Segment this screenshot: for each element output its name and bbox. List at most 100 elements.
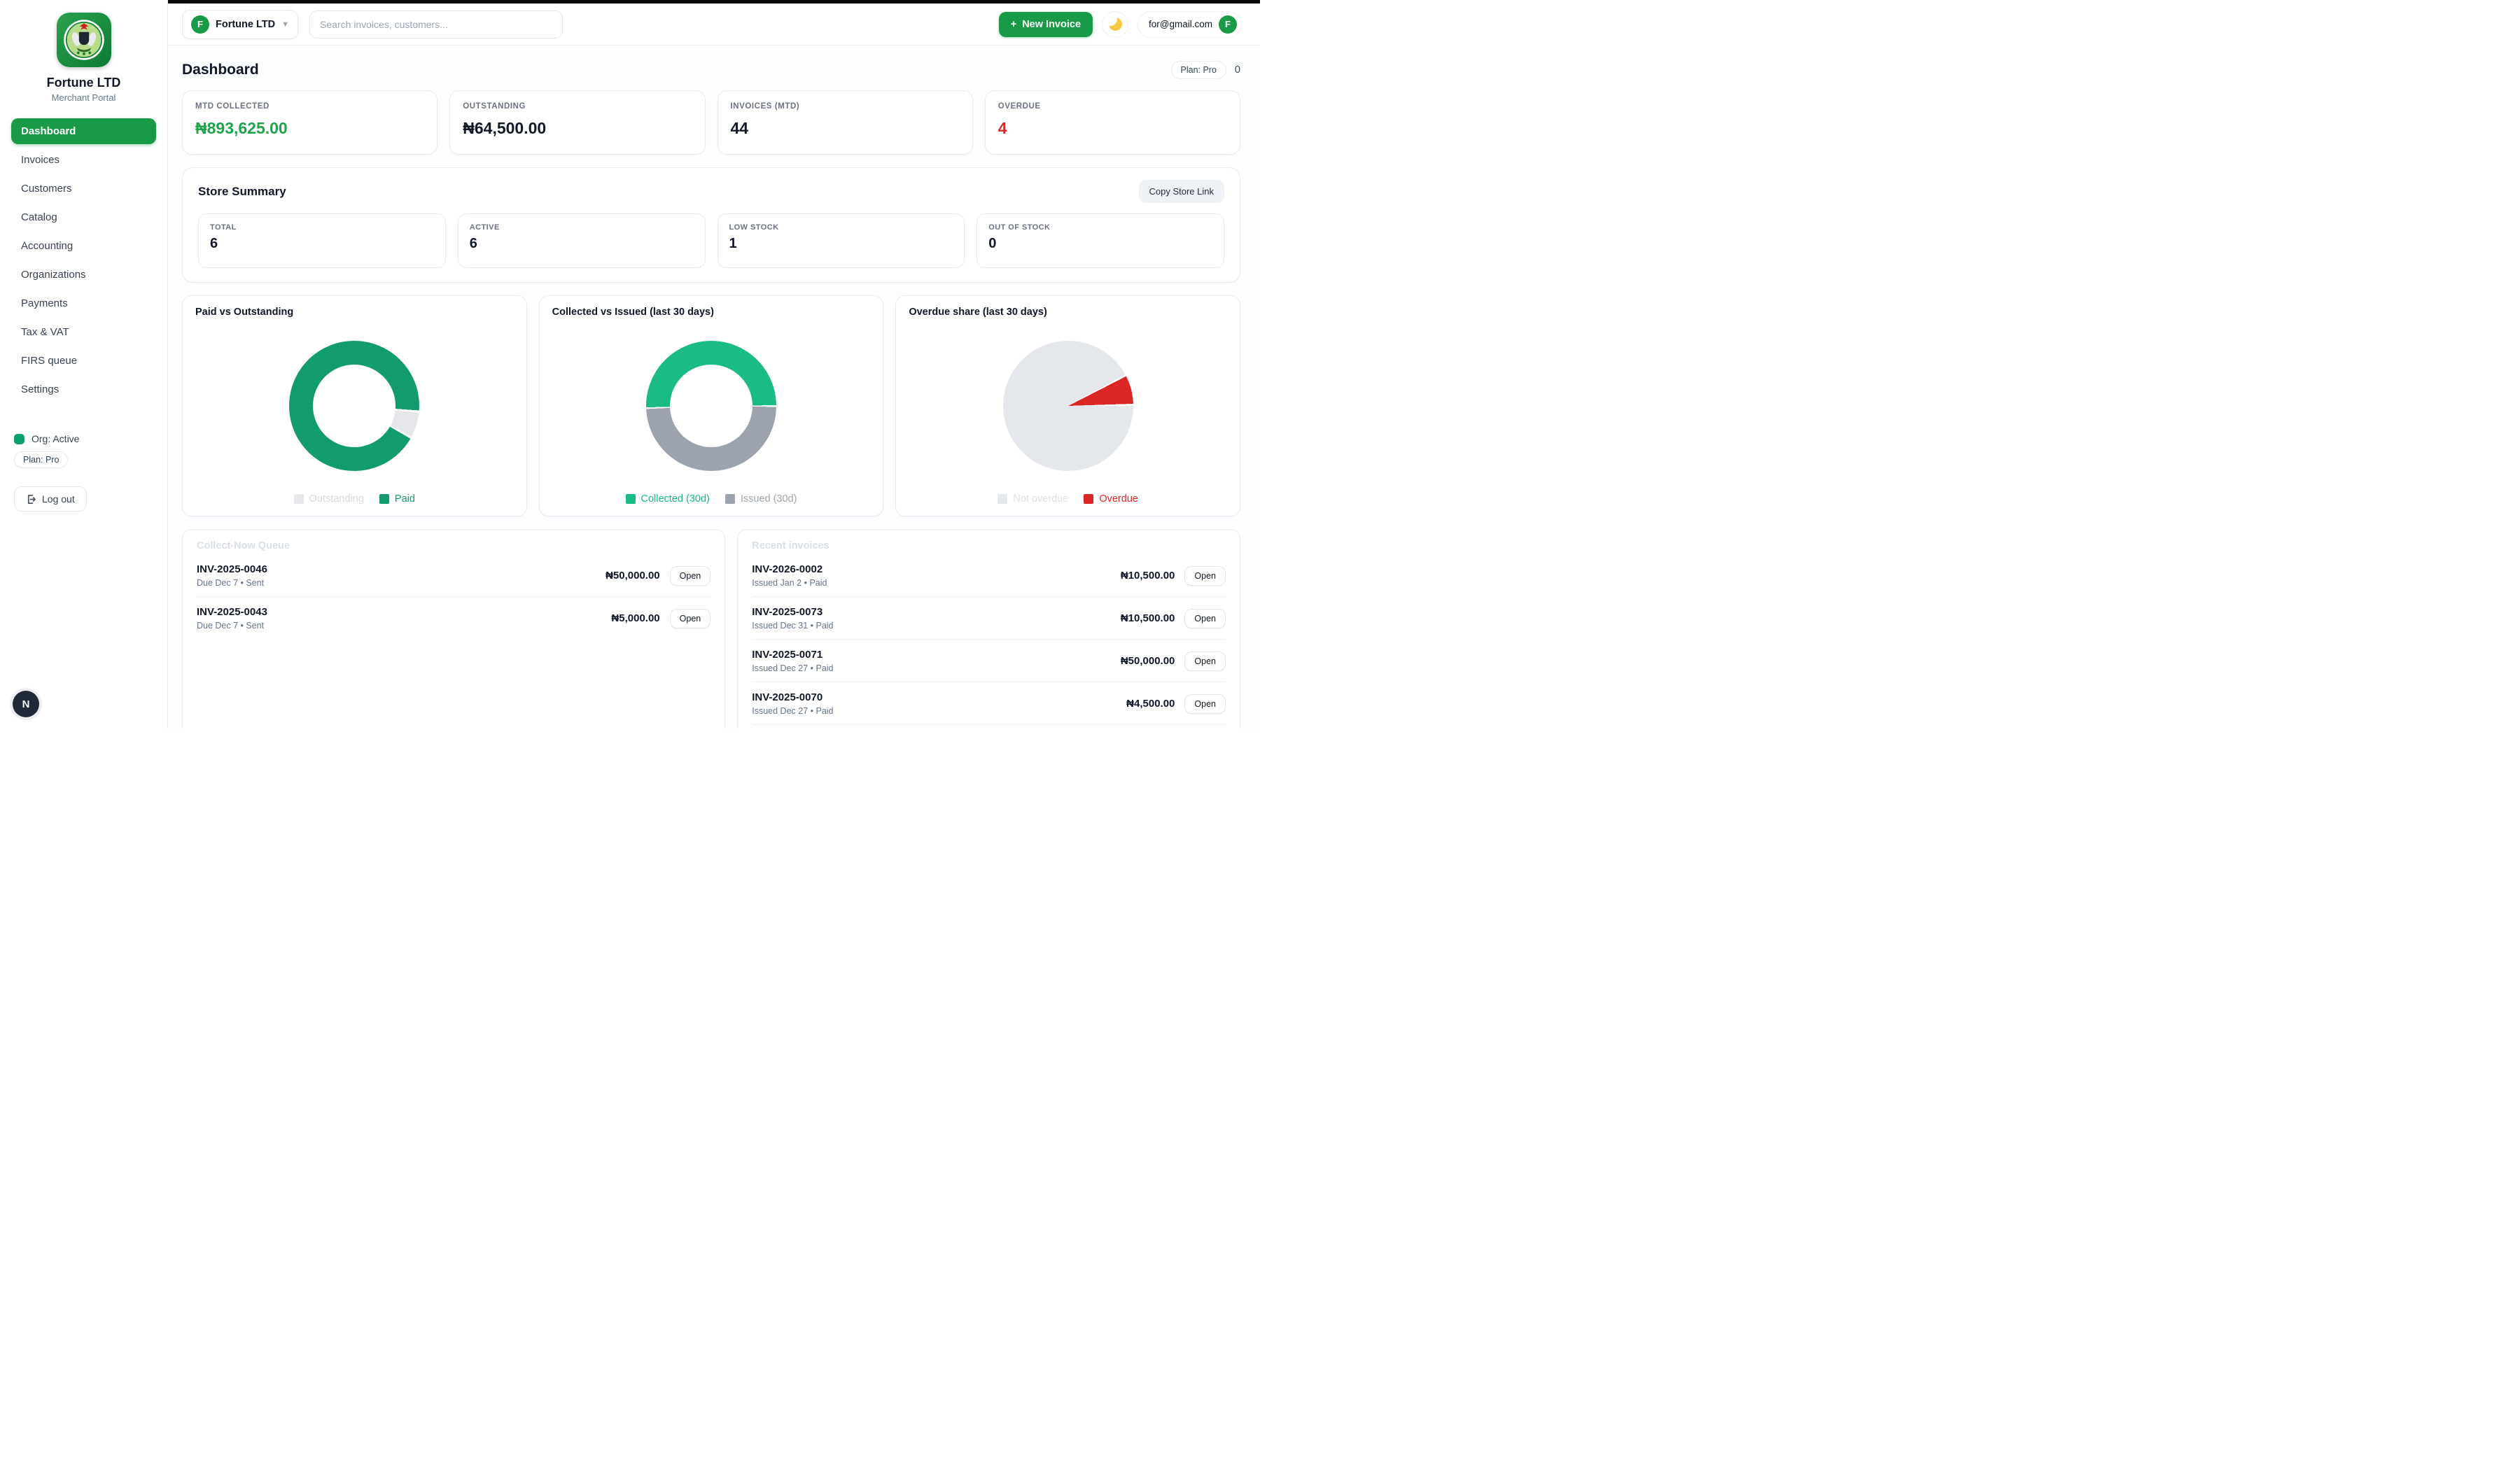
- notification-count: 0: [1235, 64, 1240, 76]
- open-invoice-button[interactable]: Open: [670, 609, 711, 628]
- store-card-total: TOTAL 6: [198, 213, 446, 268]
- sidebar-item-dashboard[interactable]: Dashboard: [11, 118, 156, 144]
- charts-row: Paid vs Outstanding Outstanding Paid Col…: [182, 295, 1240, 516]
- invoice-actions: ₦4,500.00 Open: [1126, 694, 1226, 714]
- collect-now-queue-panel: Collect-Now Queue INV-2025-0046 Due Dec …: [182, 529, 725, 728]
- invoice-info: INV-2025-0073 Issued Dec 31 • Paid: [752, 606, 833, 631]
- stat-value: ₦64,500.00: [463, 119, 692, 138]
- sidebar-nav: Dashboard Invoices Customers Catalog Acc…: [11, 118, 156, 402]
- copy-store-link-button[interactable]: Copy Store Link: [1139, 180, 1225, 203]
- page-header-right: Plan: Pro 0: [1171, 61, 1241, 79]
- legend-item-outstanding[interactable]: Outstanding: [294, 493, 364, 505]
- doughnut-hole: [670, 365, 752, 447]
- logout-button[interactable]: Log out: [14, 486, 87, 512]
- queue-row: INV-2025-0046 Due Dec 7 • Sent ₦50,000.0…: [197, 554, 710, 597]
- legend-swatch-icon: [725, 494, 735, 504]
- stat-label: OUTSTANDING: [463, 102, 692, 111]
- chart-overdue-share: Overdue share (last 30 days) Not overdue…: [895, 295, 1240, 516]
- stat-card-invoices-mtd: INVOICES (MTD) 44: [718, 90, 973, 155]
- store-card-label: ACTIVE: [470, 223, 694, 232]
- sidebar-item-firs-queue[interactable]: FIRS queue: [11, 348, 156, 374]
- sidebar-item-organizations[interactable]: Organizations: [11, 262, 156, 288]
- open-invoice-button[interactable]: Open: [670, 566, 711, 586]
- open-invoice-button[interactable]: Open: [1184, 694, 1226, 714]
- sidebar-item-customers[interactable]: Customers: [11, 176, 156, 202]
- stat-value: 44: [731, 119, 960, 138]
- store-summary-title: Store Summary: [198, 185, 286, 199]
- store-card-label: OUT OF STOCK: [988, 223, 1212, 232]
- stat-label: MTD COLLECTED: [195, 102, 424, 111]
- recent-invoices-panel: Recent invoices INV-2026-0002 Issued Jan…: [737, 529, 1240, 728]
- account-menu[interactable]: for@gmail.com F: [1138, 11, 1242, 38]
- store-card-value: 0: [988, 236, 1212, 252]
- open-invoice-button[interactable]: Open: [1184, 652, 1226, 671]
- notification-widget-button[interactable]: N: [13, 691, 39, 717]
- sidebar-org-subtitle: Merchant Portal: [52, 92, 116, 103]
- chart-paid-vs-outstanding: Paid vs Outstanding Outstanding Paid: [182, 295, 527, 516]
- theme-toggle-button[interactable]: [1102, 11, 1128, 38]
- legend-item-collected[interactable]: Collected (30d): [626, 493, 710, 505]
- invoice-info: INV-2025-0071 Issued Dec 27 • Paid: [752, 649, 833, 673]
- legend-item-not-overdue[interactable]: Not overdue: [997, 493, 1068, 505]
- org-active-dot-icon: [14, 434, 24, 444]
- search-input[interactable]: [309, 10, 563, 38]
- stat-value: 4: [998, 119, 1227, 138]
- invoice-actions: ₦50,000.00 Open: [1121, 652, 1226, 671]
- store-card-label: TOTAL: [210, 223, 434, 232]
- org-branding: Fortune LTD Merchant Portal: [11, 13, 156, 103]
- sidebar-item-settings[interactable]: Settings: [11, 376, 156, 402]
- invoice-row: INV-2025-0073 Issued Dec 31 • Paid ₦10,5…: [752, 597, 1226, 640]
- chart-legend: Not overdue Overdue: [909, 493, 1227, 506]
- invoice-id: INV-2025-0071: [752, 649, 833, 661]
- sidebar-item-payments[interactable]: Payments: [11, 290, 156, 316]
- doughnut-chart: [195, 318, 514, 493]
- topbar: F Fortune LTD ▼ + New Invoice for@gmail.…: [168, 3, 1260, 45]
- page-header: Dashboard Plan: Pro 0: [182, 61, 1240, 79]
- sidebar-item-invoices[interactable]: Invoices: [11, 147, 156, 173]
- invoice-actions: ₦10,500.00 Open: [1121, 566, 1226, 586]
- org-selector-name: Fortune LTD: [216, 19, 275, 30]
- account-avatar: F: [1219, 15, 1237, 34]
- org-logo: [57, 13, 111, 67]
- account-email: for@gmail.com: [1149, 19, 1212, 29]
- sidebar-item-tax-vat[interactable]: Tax & VAT: [11, 319, 156, 345]
- store-summary-card: Store Summary Copy Store Link TOTAL 6 AC…: [182, 167, 1240, 283]
- moon-icon: [1109, 17, 1122, 31]
- doughnut-chart: [552, 318, 871, 493]
- new-invoice-button[interactable]: + New Invoice: [999, 12, 1093, 37]
- store-card-active: ACTIVE 6: [458, 213, 706, 268]
- sidebar-footer: Org: Active Plan: Pro Log out: [11, 433, 156, 512]
- invoice-actions: ₦10,500.00 Open: [1121, 609, 1226, 628]
- invoice-info: INV-2025-0070 Issued Dec 27 • Paid: [752, 691, 833, 716]
- page-title: Dashboard: [182, 62, 259, 78]
- panel-title: Collect-Now Queue: [197, 540, 710, 551]
- invoice-id: INV-2025-0046: [197, 563, 267, 575]
- invoice-info: INV-2025-0043 Due Dec 7 • Sent: [197, 606, 267, 631]
- legend-swatch-icon: [1084, 494, 1093, 504]
- stat-card-outstanding: OUTSTANDING ₦64,500.00: [449, 90, 705, 155]
- chart-title: Collected vs Issued (last 30 days): [552, 307, 871, 318]
- legend-item-overdue[interactable]: Overdue: [1084, 493, 1138, 505]
- kpi-row: MTD COLLECTED ₦893,625.00 OUTSTANDING ₦6…: [182, 90, 1240, 155]
- open-invoice-button[interactable]: Open: [1184, 566, 1226, 586]
- sidebar-item-catalog[interactable]: Catalog: [11, 204, 156, 230]
- invoice-meta: Issued Dec 31 • Paid: [752, 621, 833, 631]
- stat-label: OVERDUE: [998, 102, 1227, 111]
- invoice-meta: Issued Jan 2 • Paid: [752, 578, 827, 588]
- org-selector[interactable]: F Fortune LTD ▼: [182, 10, 298, 39]
- legend-label: Collected (30d): [641, 493, 710, 505]
- invoice-amount: ₦4,500.00: [1126, 698, 1175, 710]
- open-invoice-button[interactable]: Open: [1184, 609, 1226, 628]
- invoice-id: INV-2026-0002: [752, 563, 827, 575]
- store-summary-header: Store Summary Copy Store Link: [198, 180, 1224, 203]
- sidebar-org-name: Fortune LTD: [47, 76, 121, 90]
- legend-item-issued[interactable]: Issued (30d): [725, 493, 797, 505]
- invoice-actions: ₦5,000.00 Open: [611, 609, 710, 628]
- sidebar-item-accounting[interactable]: Accounting: [11, 233, 156, 259]
- invoice-info: INV-2025-0046 Due Dec 7 • Sent: [197, 563, 267, 588]
- chart-title: Overdue share (last 30 days): [909, 307, 1227, 318]
- queue-row: INV-2025-0043 Due Dec 7 • Sent ₦5,000.00…: [197, 597, 710, 639]
- invoice-actions: ₦50,000.00 Open: [606, 566, 710, 586]
- legend-swatch-icon: [379, 494, 389, 504]
- legend-item-paid[interactable]: Paid: [379, 493, 415, 505]
